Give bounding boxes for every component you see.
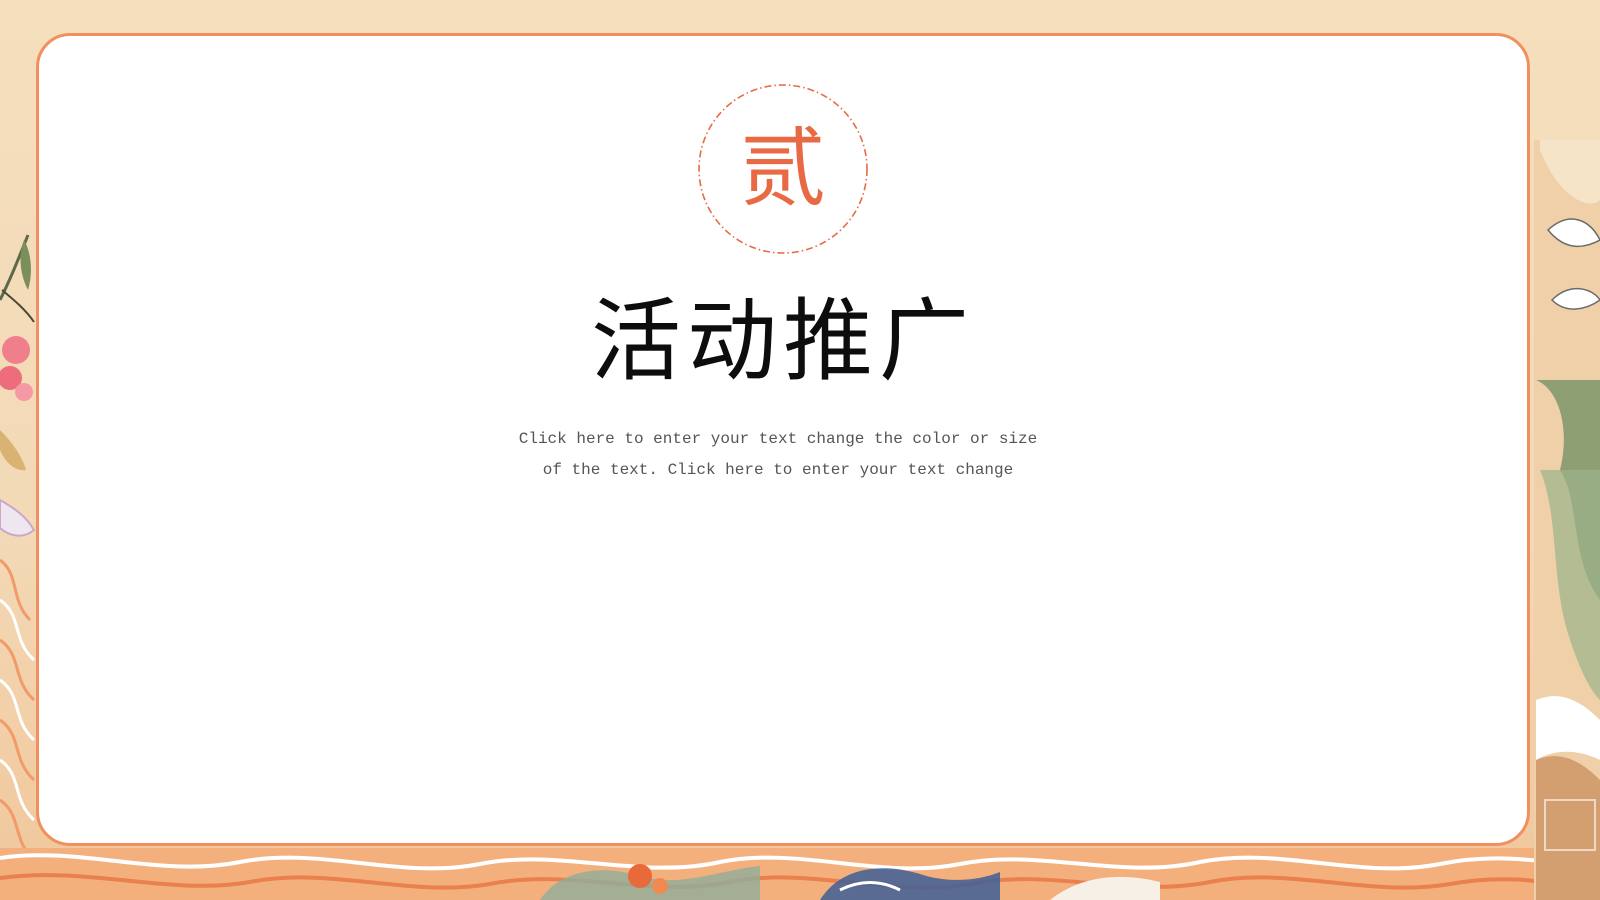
scenery-right xyxy=(1534,140,1600,900)
section-number: 贰 xyxy=(740,119,826,219)
wave-pattern-bottom xyxy=(0,848,1600,900)
body-text-line-1: Click here to enter your text change the… xyxy=(518,430,1038,448)
body-text-line-2: of the text. Click here to enter your te… xyxy=(542,461,1014,479)
slide-title: 活动推广 xyxy=(591,289,975,394)
section-number-badge: 贰 xyxy=(697,83,869,255)
body-text: Click here to enter your text change the… xyxy=(478,424,1078,486)
